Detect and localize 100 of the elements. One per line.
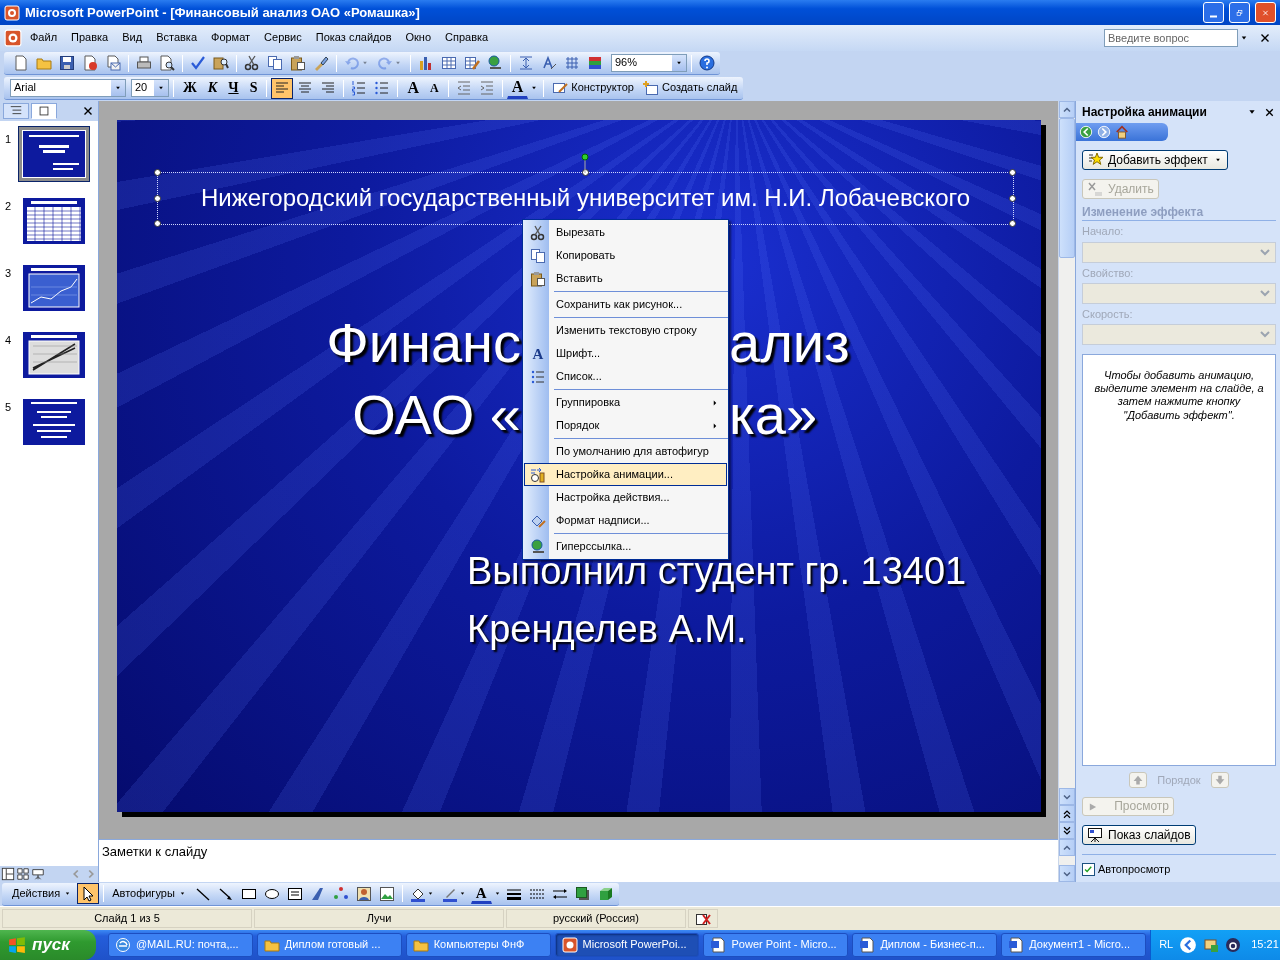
next-slide-button[interactable]: [1059, 822, 1075, 839]
menu-item[interactable]: Вставить: [524, 267, 727, 290]
previous-slide-button[interactable]: [1059, 805, 1075, 822]
help-search-field[interactable]: Введите вопрос: [1104, 29, 1238, 47]
shadow-icon[interactable]: [574, 885, 591, 902]
bullet-list-icon[interactable]: [374, 80, 391, 96]
scroll-down-button[interactable]: [1059, 865, 1075, 882]
menu-item[interactable]: Файл: [24, 29, 64, 47]
outline-tab[interactable]: [3, 103, 29, 119]
taskbar-button[interactable]: Документ1 - Micro...: [1001, 933, 1147, 957]
cut-icon[interactable]: [244, 55, 260, 71]
taskbar-button[interactable]: Power Point - Micro...: [703, 933, 849, 957]
table-pencil-icon[interactable]: [464, 55, 480, 71]
scroll-down-button[interactable]: [1059, 788, 1075, 805]
selection-handle[interactable]: [154, 220, 161, 227]
print-preview-icon[interactable]: [159, 55, 175, 71]
forward-icon[interactable]: [1097, 125, 1111, 139]
diagram-icon[interactable]: [332, 885, 349, 902]
menu-item[interactable]: A Шрифт...: [524, 342, 727, 365]
spell-check-icon[interactable]: [190, 55, 206, 71]
title-text[interactable]: ОАО «: [352, 387, 521, 443]
new-slide-button[interactable]: Создать слайд: [638, 78, 742, 98]
color-squares-icon[interactable]: [587, 55, 603, 71]
close-button[interactable]: [1255, 2, 1276, 23]
underline-button[interactable]: Ч: [223, 77, 244, 99]
email-icon[interactable]: [105, 55, 121, 71]
increase-font-button[interactable]: A: [402, 77, 424, 99]
menu-item[interactable]: По умолчанию для автофигур: [524, 440, 727, 463]
slide-show-button[interactable]: Показ слайдов: [1082, 824, 1196, 845]
grid-icon[interactable]: [564, 55, 580, 71]
normal-view-icon[interactable]: [1, 867, 15, 881]
format-painter-icon[interactable]: [313, 55, 329, 71]
menu-item[interactable]: Показ слайдов: [309, 29, 398, 47]
bold-button[interactable]: Ж: [178, 77, 202, 99]
paste-icon[interactable]: [290, 55, 306, 71]
italic-button[interactable]: К: [202, 77, 223, 99]
taskbar-button[interactable]: @MAIL.RU: почта,...: [107, 933, 253, 957]
scroll-up-button[interactable]: [1059, 101, 1075, 118]
scroll-up-button[interactable]: [1059, 839, 1075, 856]
menu-item[interactable]: Настройка действия...: [524, 486, 727, 509]
decrease-font-button[interactable]: A: [425, 77, 444, 99]
rotation-handle[interactable]: [581, 153, 589, 173]
menu-item[interactable]: Формат: [205, 29, 257, 47]
add-effect-button[interactable]: Добавить эффект: [1082, 150, 1228, 170]
selection-handle[interactable]: [1009, 169, 1016, 176]
selection-handle[interactable]: [154, 169, 161, 176]
font-size-field[interactable]: 20: [131, 79, 169, 97]
title-text[interactable]: Финанс: [326, 315, 521, 371]
title-text[interactable]: ализ: [729, 315, 850, 371]
shadow-button[interactable]: S: [244, 77, 263, 99]
selection-handle[interactable]: [581, 169, 589, 176]
menu-item[interactable]: Формат надписи...: [524, 509, 727, 532]
zoom-field[interactable]: 96%: [611, 54, 687, 72]
slide-show-icon[interactable]: [31, 867, 45, 881]
menu-item[interactable]: Справка: [439, 29, 495, 47]
new-document-icon[interactable]: [13, 55, 29, 71]
font-color-button[interactable]: A: [506, 77, 529, 99]
checkbox[interactable]: [1082, 862, 1095, 876]
slide-sorter-icon[interactable]: [16, 867, 30, 881]
taskbar-button[interactable]: Диплом - Бизнес-п...: [852, 933, 998, 957]
table-icon[interactable]: [441, 55, 457, 71]
title-text[interactable]: ка»: [729, 387, 818, 443]
taskbar-button[interactable]: Компьютеры ФнФ: [405, 933, 551, 957]
document-icon[interactable]: [4, 29, 22, 47]
menu-item[interactable]: Окно: [399, 29, 438, 47]
menu-item[interactable]: Изменить текстовую строку: [524, 319, 727, 342]
menu-item[interactable]: Порядок: [524, 414, 727, 437]
help-icon[interactable]: [699, 55, 715, 71]
selection-handle[interactable]: [154, 194, 161, 202]
design-button[interactable]: Конструктор: [548, 78, 638, 98]
start-button[interactable]: пуск: [0, 930, 96, 960]
menu-item[interactable]: Настройка анимации...: [524, 463, 727, 486]
chart-icon[interactable]: [418, 55, 434, 71]
slides-tab[interactable]: [31, 103, 57, 119]
expand-icon[interactable]: [518, 55, 534, 71]
copy-icon[interactable]: [267, 55, 283, 71]
back-icon[interactable]: [1079, 125, 1093, 139]
font-name-field[interactable]: Arial: [10, 79, 126, 97]
menu-item[interactable]: Список...: [524, 365, 727, 388]
select-objects-button[interactable]: [77, 883, 100, 904]
save-icon[interactable]: [59, 55, 75, 71]
home-icon[interactable]: [1115, 125, 1129, 139]
menu-item[interactable]: Копировать: [524, 244, 727, 267]
menu-item[interactable]: Сервис: [258, 29, 308, 47]
clip-art-icon[interactable]: [355, 885, 372, 902]
align-left-button[interactable]: [271, 77, 294, 99]
numbered-list-icon[interactable]: [351, 80, 368, 96]
picture-icon[interactable]: [378, 885, 395, 902]
expand-tray-icon[interactable]: [1179, 936, 1198, 954]
3d-cube-icon[interactable]: [597, 885, 614, 902]
minimize-button[interactable]: [1203, 2, 1224, 23]
menu-item[interactable]: Правка: [65, 29, 115, 47]
notes-field[interactable]: Заметки к слайду: [99, 839, 1058, 882]
menu-item[interactable]: Вид: [116, 29, 149, 47]
restore-button[interactable]: [1229, 2, 1250, 23]
research-icon[interactable]: [213, 55, 229, 71]
autoshapes-menu[interactable]: Автофигуры: [108, 884, 191, 903]
menu-item[interactable]: Группировка: [524, 391, 727, 414]
menu-item[interactable]: Вставка: [150, 29, 203, 47]
scroll-thumb[interactable]: [1059, 118, 1075, 258]
